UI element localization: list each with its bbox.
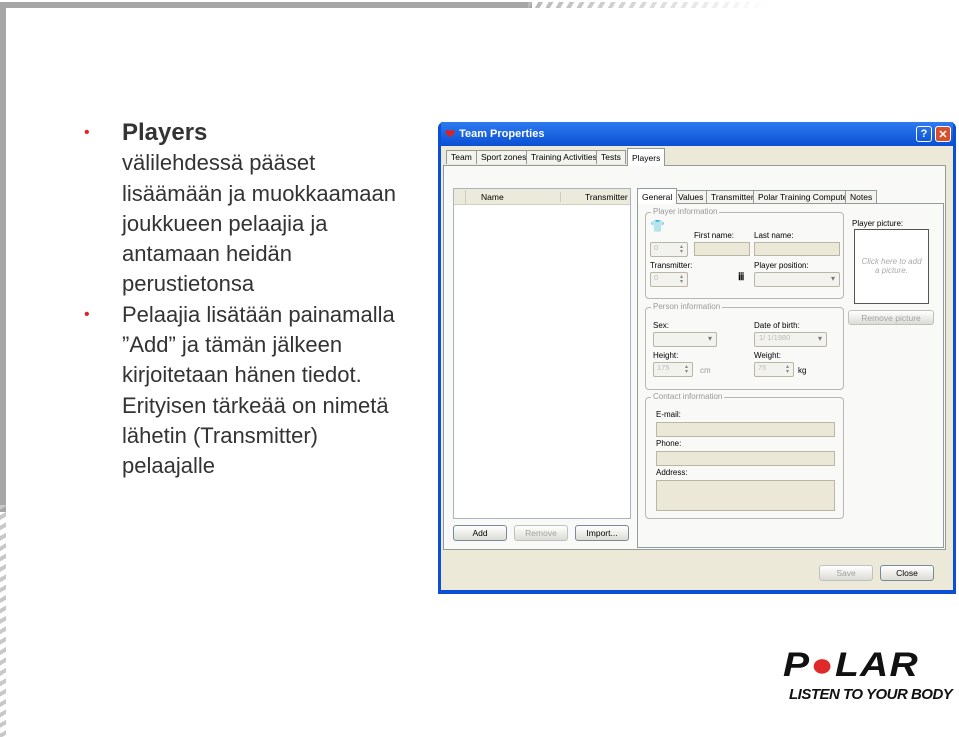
top-border-bar: [0, 2, 532, 8]
subtab-notes[interactable]: Notes: [845, 190, 878, 204]
left-border-bar: [0, 2, 6, 512]
email-input[interactable]: [656, 422, 835, 437]
dialog-title: Team Properties: [459, 128, 545, 140]
slide-body: Players välilehdessä pääset lisäämään ja…: [84, 118, 404, 482]
player-list[interactable]: Name Transmitter: [453, 188, 631, 519]
heart-icon: ❤: [445, 127, 456, 141]
close-window-button[interactable]: ✕: [935, 126, 951, 142]
tab-team[interactable]: Team: [446, 150, 477, 164]
dialog-client: Team Sport zones Training Activities Tes…: [441, 146, 953, 590]
phone-input[interactable]: [656, 451, 835, 466]
person-information-group: Person information Sex: Date of birth: 1…: [645, 302, 844, 390]
last-name-input[interactable]: [754, 242, 840, 256]
help-button[interactable]: ?: [916, 126, 932, 142]
player-position-label: Player position:: [754, 261, 809, 270]
import-button[interactable]: Import...: [575, 525, 629, 541]
remove-picture-button[interactable]: Remove picture: [848, 310, 934, 325]
weight-spinner[interactable]: 75: [754, 362, 794, 377]
group-legend: Contact information: [651, 392, 725, 401]
transmitter-spinner[interactable]: 0: [650, 272, 688, 287]
group-legend: Person information: [651, 302, 723, 311]
bullet-players: Players välilehdessä pääset lisäämään ja…: [84, 118, 404, 300]
phone-label: Phone:: [656, 439, 682, 448]
tab-players[interactable]: Players: [627, 148, 666, 166]
weight-label: Weight:: [754, 351, 781, 360]
sex-label: Sex:: [653, 321, 670, 330]
address-label: Address:: [656, 468, 688, 477]
group-legend: Player information: [651, 207, 720, 216]
email-label: E-mail:: [656, 410, 681, 419]
left-stripes-decoration: [0, 505, 6, 737]
tab-tests[interactable]: Tests: [596, 150, 626, 164]
first-name-input[interactable]: [694, 242, 750, 256]
save-button[interactable]: Save: [819, 565, 873, 581]
close-button[interactable]: Close: [880, 565, 934, 581]
add-button[interactable]: Add: [453, 525, 507, 541]
list-header: Name Transmitter: [454, 189, 630, 205]
tab-sport-zones[interactable]: Sport zones: [476, 150, 532, 164]
transmitter-label: Transmitter:: [650, 261, 693, 270]
player-position-select[interactable]: [754, 272, 840, 287]
players-icon: ⅲ: [738, 272, 745, 283]
dob-picker[interactable]: 1/ 1/1980: [754, 332, 827, 347]
logo-tagline: LISTEN TO YOUR BODY: [789, 686, 953, 703]
dob-label: Date of birth:: [754, 321, 800, 330]
player-picture-box[interactable]: Click here to add a picture.: [854, 229, 929, 304]
subtab-transmitter[interactable]: Transmitter: [706, 190, 759, 204]
weight-unit: kg: [798, 366, 807, 375]
contact-information-group: Contact information E-mail: Phone: Addre…: [645, 392, 844, 519]
bullet-text: Pelaajia lisätään painamalla ”Add” ja tä…: [122, 301, 395, 479]
height-unit: cm: [700, 366, 711, 375]
bullet-title: Players: [122, 119, 208, 146]
height-spinner[interactable]: 175: [653, 362, 693, 377]
tab-training-activities[interactable]: Training Activities: [526, 150, 602, 164]
player-number-spinner[interactable]: 0: [650, 242, 688, 257]
first-name-label: First name:: [694, 231, 735, 240]
subtab-values[interactable]: Values: [673, 190, 709, 204]
remove-button[interactable]: Remove: [514, 525, 568, 541]
team-properties-dialog: ❤ Team Properties ? ✕ Team Sport zones T…: [438, 122, 956, 594]
players-tab-page: Name Transmitter Add Remove Import... Ge…: [443, 165, 946, 550]
last-name-label: Last name:: [754, 231, 794, 240]
polar-logo: P●LAR LISTEN TO YOUR BODY: [783, 648, 958, 703]
column-name[interactable]: Name: [466, 191, 561, 202]
subtab-polar-training-computer[interactable]: Polar Training Computer: [753, 190, 856, 204]
sex-select[interactable]: [653, 332, 717, 347]
title-bar: ❤ Team Properties ? ✕: [441, 122, 953, 146]
player-information-group: Player information 👕 First name: Last na…: [645, 207, 844, 299]
top-stripes-decoration: [528, 2, 773, 8]
subtab-general[interactable]: General: [637, 188, 678, 204]
address-textarea[interactable]: [656, 480, 835, 511]
shirt-icon: 👕: [650, 219, 665, 233]
column-transmitter[interactable]: Transmitter: [561, 192, 628, 202]
height-label: Height:: [653, 351, 679, 360]
bullet-text: välilehdessä pääset lisäämään ja muokkaa…: [122, 150, 396, 297]
logo-wordmark: P●LAR: [783, 646, 919, 684]
general-tab-page: Player information 👕 First name: Last na…: [637, 203, 944, 548]
bullet-add: Pelaajia lisätään painamalla ”Add” ja tä…: [84, 300, 404, 482]
player-picture-label: Player picture:: [852, 219, 904, 228]
